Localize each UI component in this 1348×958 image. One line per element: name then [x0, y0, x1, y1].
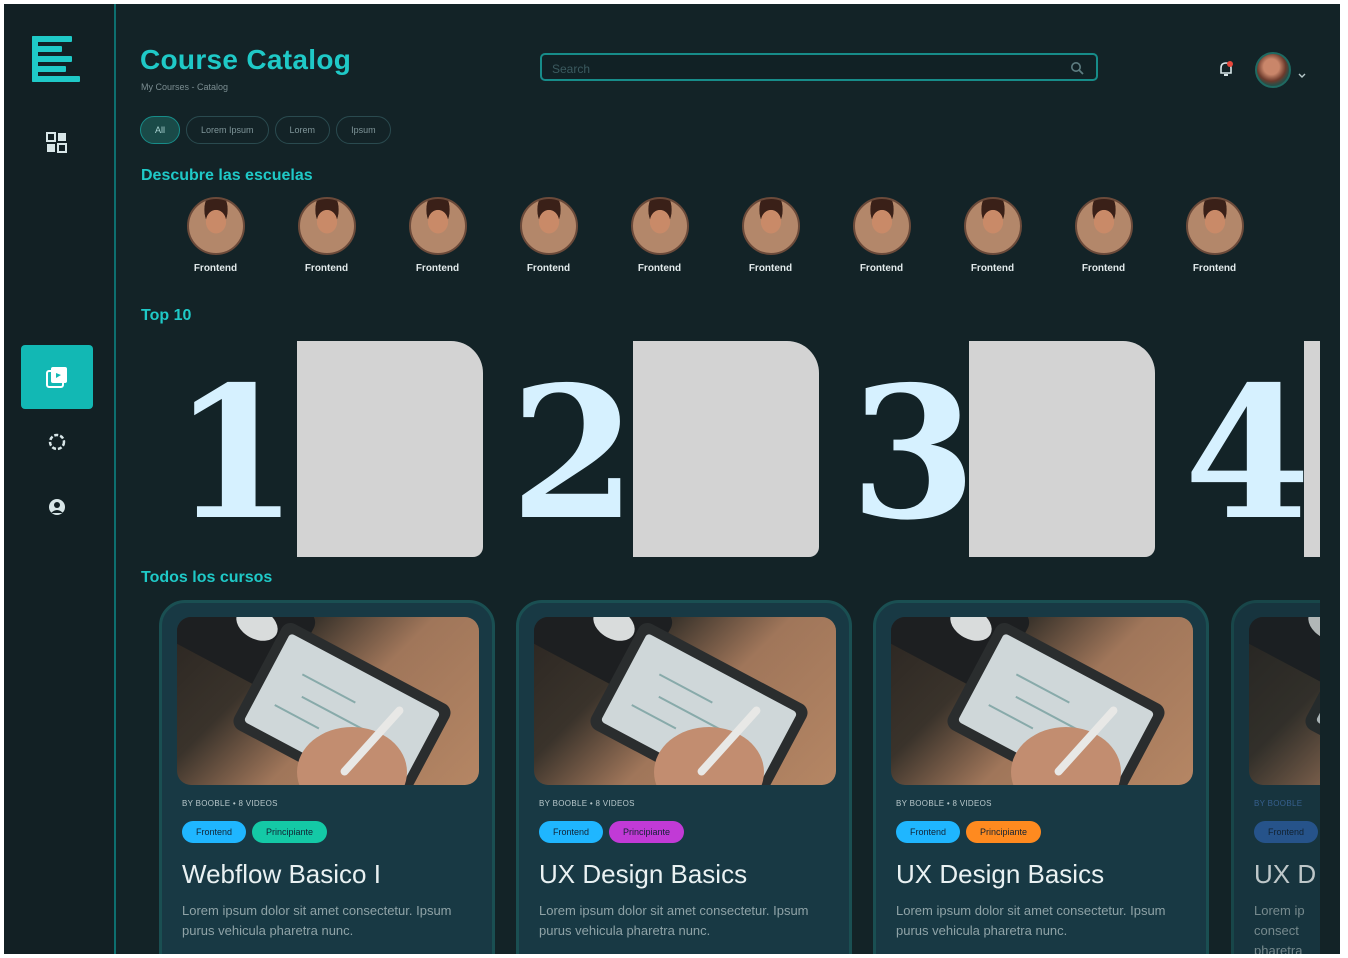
- course-card[interactable]: BY BOOBLE • 8 VIDEOS Frontend Principian…: [516, 600, 852, 954]
- rank-number: 1: [172, 346, 299, 560]
- course-tags: Frontend Principiante: [182, 821, 328, 843]
- course-title[interactable]: UX Design Basics: [539, 859, 747, 890]
- school-avatar: [630, 197, 689, 255]
- rank-number: 4: [1184, 346, 1311, 560]
- school-label: Frontend: [859, 263, 904, 274]
- course-title[interactable]: UX D: [1254, 859, 1316, 890]
- carousel-mask: [1320, 334, 1340, 564]
- top10-section-title: Top 10: [141, 307, 192, 324]
- notification-icon[interactable]: [1218, 60, 1234, 83]
- course-tags: Frontend Principiante: [896, 821, 1042, 843]
- course-title[interactable]: UX Design Basics: [896, 859, 1104, 890]
- filter-chip[interactable]: Ipsum: [336, 116, 391, 144]
- school-item[interactable]: Frontend: [382, 197, 493, 274]
- top-course-card[interactable]: [633, 341, 819, 557]
- school-avatar: [297, 197, 356, 255]
- sidebar: [4, 4, 116, 954]
- school-avatar: [852, 197, 911, 255]
- course-thumbnail: [891, 617, 1193, 785]
- filter-chip-all[interactable]: All: [140, 116, 181, 144]
- course-tags: Frontend: [1254, 821, 1319, 843]
- dashboard-icon[interactable]: [40, 126, 74, 160]
- course-meta: BY BOOBLE: [1254, 799, 1303, 808]
- school-avatar: [1074, 197, 1133, 255]
- rank-number: 3: [850, 346, 977, 560]
- tag-badge[interactable]: Frontend: [1254, 821, 1319, 843]
- school-label: Frontend: [1081, 263, 1126, 274]
- school-avatar: [519, 197, 578, 255]
- top-course-card[interactable]: [297, 341, 483, 557]
- rank-number: 2: [510, 346, 637, 560]
- top-course-card[interactable]: [1304, 341, 1320, 557]
- chevron-down-icon[interactable]: [1298, 66, 1306, 84]
- top-course-card[interactable]: [969, 341, 1155, 557]
- course-meta: BY BOOBLE • 8 VIDEOS: [896, 799, 992, 808]
- schools-list: Frontend Frontend Frontend Frontend Fron…: [160, 197, 1270, 274]
- school-item[interactable]: Frontend: [826, 197, 937, 274]
- school-label: Frontend: [415, 263, 460, 274]
- school-avatar: [186, 197, 245, 255]
- page-title: Course Catalog: [140, 44, 352, 75]
- school-label: Frontend: [970, 263, 1015, 274]
- tag-badge[interactable]: Frontend: [896, 821, 961, 843]
- school-item[interactable]: Frontend: [937, 197, 1048, 274]
- course-thumbnail: [534, 617, 836, 785]
- course-description: Lorem ipsum dolor sit amet consectetur. …: [896, 903, 1166, 938]
- tag-badge[interactable]: Frontend: [182, 821, 247, 843]
- carousel-mask: [1320, 594, 1340, 954]
- school-item[interactable]: Frontend: [160, 197, 271, 274]
- school-avatar: [408, 197, 467, 255]
- avatar[interactable]: [1255, 52, 1291, 88]
- school-item[interactable]: Frontend: [604, 197, 715, 274]
- course-title[interactable]: Webflow Basico I: [182, 859, 381, 890]
- school-item[interactable]: Frontend: [1048, 197, 1159, 274]
- filter-chips: All Lorem Ipsum Lorem Ipsum: [140, 116, 391, 144]
- course-meta: BY BOOBLE • 8 VIDEOS: [182, 799, 278, 808]
- school-item[interactable]: Frontend: [1159, 197, 1270, 274]
- tag-badge[interactable]: Principiante: [609, 821, 685, 843]
- search-input[interactable]: [550, 59, 1054, 79]
- course-meta: BY BOOBLE • 8 VIDEOS: [539, 799, 635, 808]
- profile-icon[interactable]: [40, 490, 74, 524]
- schools-section-title: Descubre las escuelas: [141, 167, 313, 184]
- search-icon[interactable]: [1070, 61, 1084, 80]
- course-thumbnail: [177, 617, 479, 785]
- course-card[interactable]: BY BOOBLE • 8 VIDEOS Frontend Principian…: [873, 600, 1209, 954]
- breadcrumb[interactable]: My Courses - Catalog: [141, 82, 228, 92]
- school-avatar: [741, 197, 800, 255]
- school-label: Frontend: [637, 263, 682, 274]
- course-card[interactable]: BY BOOBLE • 8 VIDEOS Frontend Principian…: [159, 600, 495, 954]
- tag-badge[interactable]: Principiante: [252, 821, 328, 843]
- courses-section-title: Todos los cursos: [141, 569, 273, 586]
- logo-icon[interactable]: [32, 36, 80, 88]
- course-tags: Frontend Principiante: [539, 821, 685, 843]
- school-label: Frontend: [1192, 263, 1237, 274]
- school-avatar: [963, 197, 1022, 255]
- course-description: Lorem ipsum dolor sit amet consectetur. …: [182, 903, 452, 938]
- school-item[interactable]: Frontend: [271, 197, 382, 274]
- school-item[interactable]: Frontend: [493, 197, 604, 274]
- school-label: Frontend: [193, 263, 238, 274]
- school-avatar: [1185, 197, 1244, 255]
- tag-badge[interactable]: Principiante: [966, 821, 1042, 843]
- tag-badge[interactable]: Frontend: [539, 821, 604, 843]
- course-description: Lorem ipsum dolor sit amet consectetur. …: [539, 903, 809, 938]
- school-label: Frontend: [304, 263, 349, 274]
- settings-icon[interactable]: [40, 425, 74, 459]
- catalog-icon[interactable]: [21, 345, 93, 409]
- app-window: Course Catalog My Courses - Catalog All …: [4, 4, 1340, 954]
- school-label: Frontend: [748, 263, 793, 274]
- school-label: Frontend: [526, 263, 571, 274]
- school-item[interactable]: Frontend: [715, 197, 826, 274]
- filter-chip[interactable]: Lorem Ipsum: [186, 116, 269, 144]
- search-bar[interactable]: [540, 53, 1098, 81]
- filter-chip[interactable]: Lorem: [274, 116, 331, 144]
